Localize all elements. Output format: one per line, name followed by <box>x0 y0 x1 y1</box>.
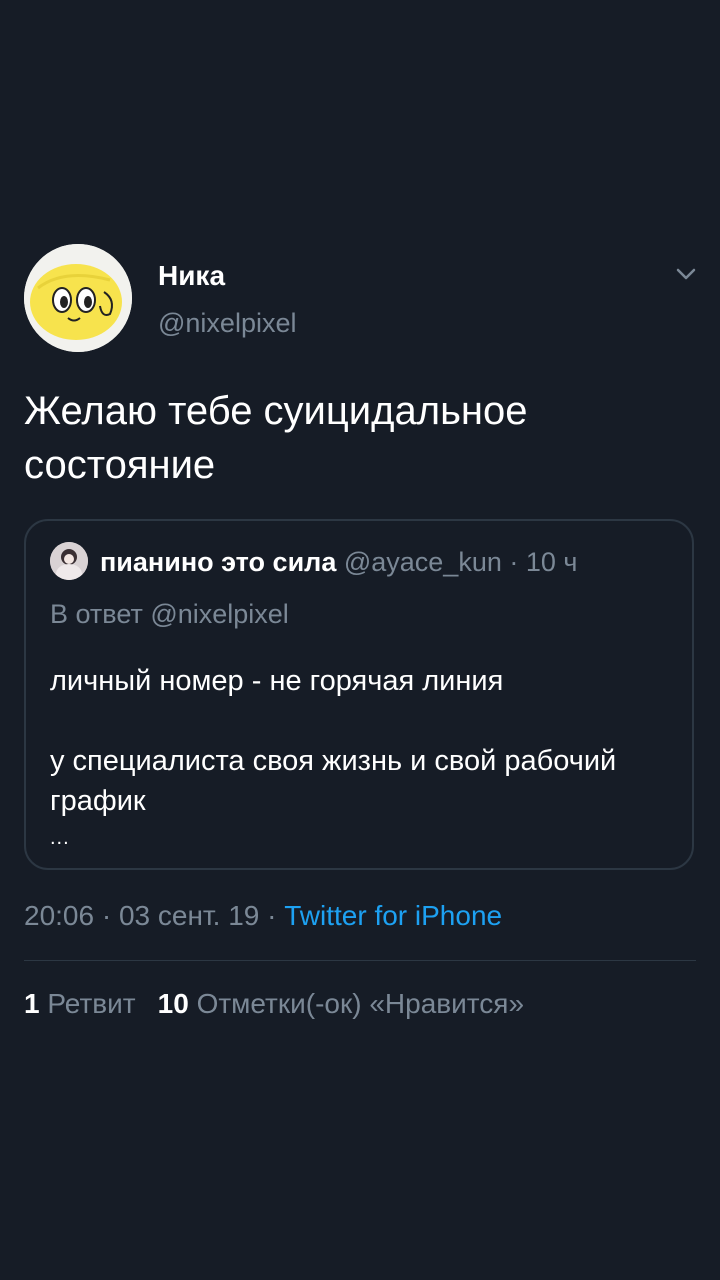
quoted-text: личный номер - не горячая линия у специа… <box>50 661 680 821</box>
chevron-down-icon[interactable] <box>672 262 700 286</box>
tweet-source-link[interactable]: Twitter for iPhone <box>284 900 502 931</box>
tweet-timestamp: 20:06 · 03 сент. 19 · <box>24 900 285 931</box>
quoted-truncation: ... <box>50 827 70 849</box>
quoted-text-line1: личный номер - не горячая линия <box>50 665 504 697</box>
likes-stat[interactable]: 10 Отметки(-ок) «Нравится» <box>158 988 524 1019</box>
quoted-tweet-card[interactable]: пианино это сила @ayace_kun · 10 ч В отв… <box>24 519 694 870</box>
quoted-text-line2: у специалиста своя жизнь и свой рабочий … <box>50 745 617 817</box>
divider <box>24 960 696 961</box>
engagement-stats: 1 Ретвит 10 Отметки(-ок) «Нравится» <box>24 988 524 1020</box>
quoted-avatar-illustration <box>50 542 88 580</box>
quoted-author-name[interactable]: пианино это сила <box>100 547 336 577</box>
quoted-handle-time: @ayace_kun · 10 ч <box>336 547 578 577</box>
author-name[interactable]: Ника <box>158 260 225 292</box>
likes-count: 10 <box>157 988 189 1019</box>
reply-to-label: В ответ @nixelpixel <box>50 599 289 629</box>
quoted-author-avatar <box>50 542 88 580</box>
retweets-stat[interactable]: 1 Ретвит <box>24 988 136 1019</box>
quoted-header: пианино это сила @ayace_kun · 10 ч <box>100 547 577 578</box>
likes-label: Отметки(-ок) «Нравится» <box>196 988 525 1019</box>
tweet-text: Желаю тебе суицидальное состояние <box>24 389 528 487</box>
author-avatar[interactable] <box>24 244 132 352</box>
tweet-meta: 20:06 · 03 сент. 19 · Twitter for iPhone <box>24 900 502 932</box>
author-handle[interactable]: @nixelpixel <box>158 308 296 339</box>
retweets-count: 1 <box>24 988 40 1019</box>
retweets-label: Ретвит <box>47 988 136 1019</box>
avatar-illustration <box>24 244 132 352</box>
